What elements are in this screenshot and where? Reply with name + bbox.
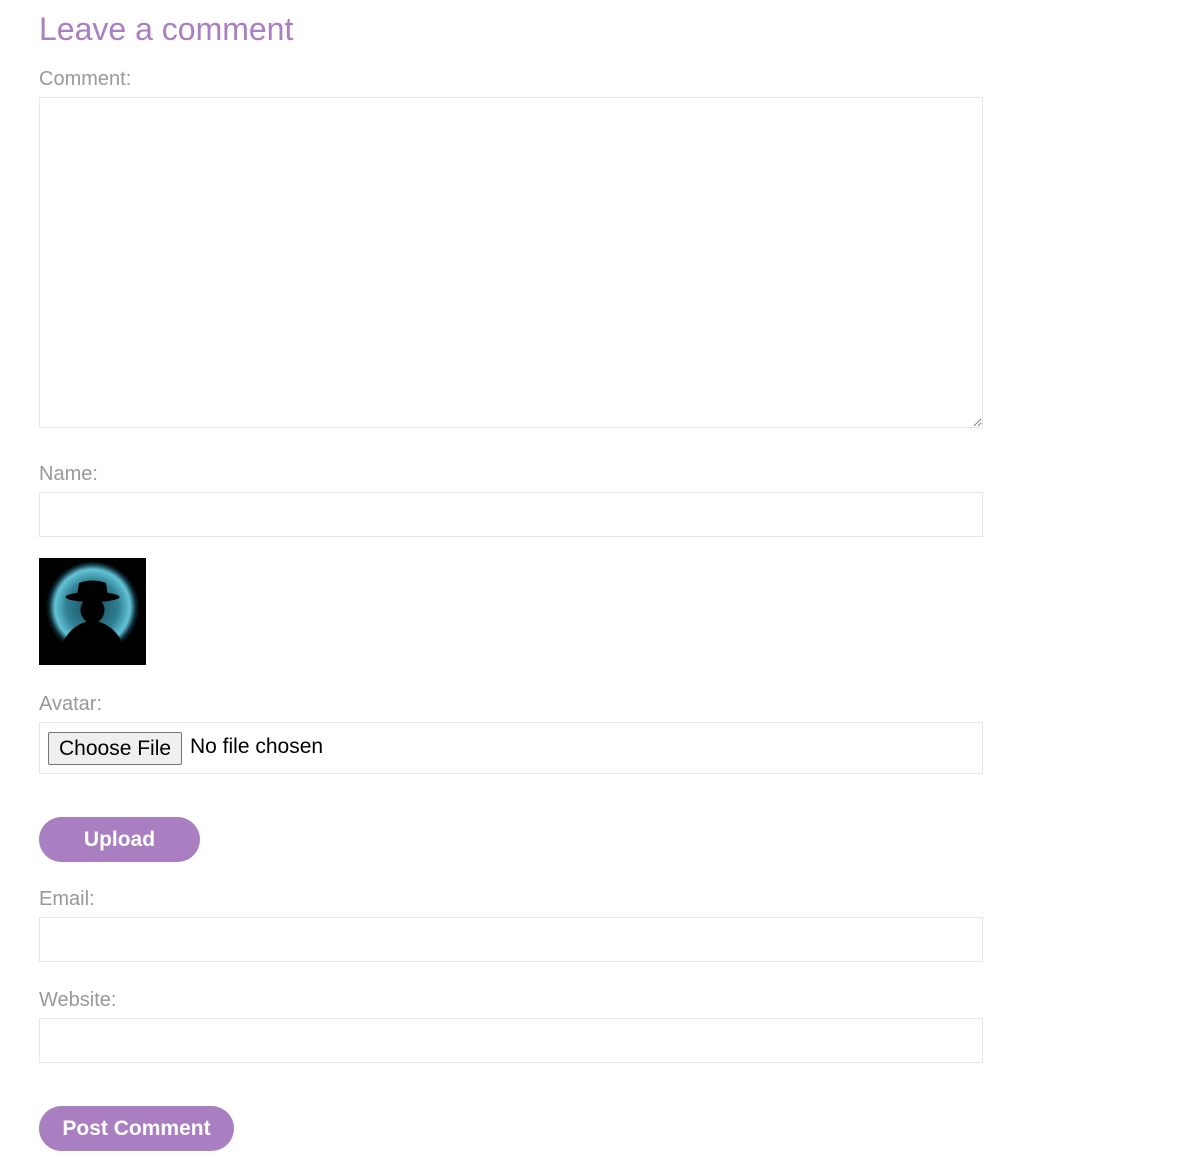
upload-button[interactable]: Upload <box>39 817 200 862</box>
name-label: Name: <box>39 463 98 485</box>
choose-file-button[interactable]: Choose File <box>48 732 183 765</box>
page-title: Leave a comment <box>39 11 294 47</box>
comment-textarea[interactable] <box>39 97 983 428</box>
email-input[interactable] <box>39 917 983 962</box>
avatar <box>39 558 146 665</box>
comment-label: Comment: <box>39 68 132 90</box>
website-label: Website: <box>39 989 117 1011</box>
avatar-label: Avatar: <box>39 693 102 715</box>
email-label: Email: <box>39 888 95 910</box>
avatar-file-input[interactable]: Choose File No file chosen <box>39 722 983 774</box>
file-status-text: No file chosen <box>190 735 324 758</box>
name-input[interactable] <box>39 492 983 537</box>
website-input[interactable] <box>39 1018 983 1063</box>
hat-silhouette-avatar-icon <box>39 558 146 665</box>
post-comment-button[interactable]: Post Comment <box>39 1106 234 1151</box>
